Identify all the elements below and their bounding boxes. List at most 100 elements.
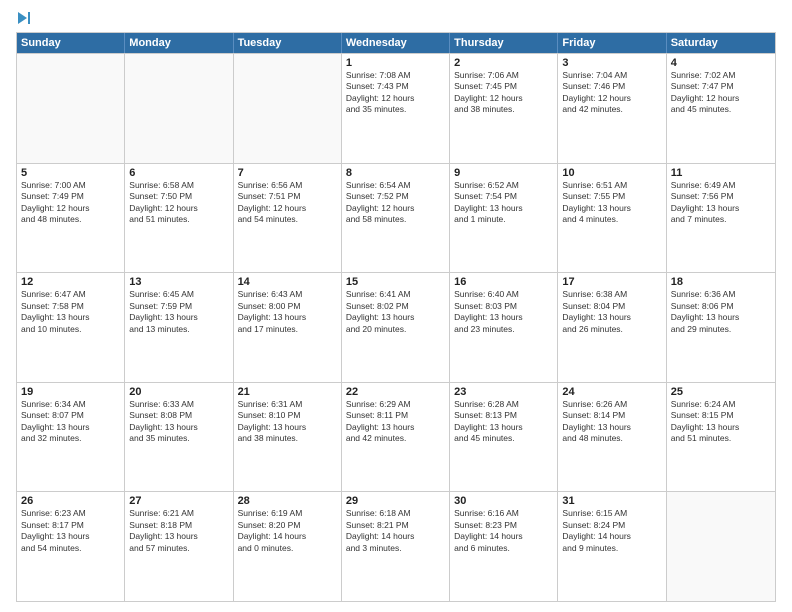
cell-line: Daylight: 13 hours [21,312,120,323]
calendar-cell: 24Sunrise: 6:26 AMSunset: 8:14 PMDayligh… [558,383,666,492]
cell-line: Sunrise: 6:40 AM [454,289,553,300]
cell-line: and 1 minute. [454,214,553,225]
cell-line: Sunrise: 6:15 AM [562,508,661,519]
cell-line: and 57 minutes. [129,543,228,554]
cell-line: Sunset: 7:55 PM [562,191,661,202]
day-number: 14 [238,276,337,288]
day-number: 7 [238,167,337,179]
logo-icon [18,12,30,24]
cell-line: Sunrise: 6:19 AM [238,508,337,519]
cell-line: and 38 minutes. [238,433,337,444]
cell-line: Daylight: 13 hours [454,312,553,323]
cell-line: Daylight: 13 hours [562,312,661,323]
calendar-row: 12Sunrise: 6:47 AMSunset: 7:58 PMDayligh… [17,272,775,382]
day-number: 21 [238,386,337,398]
calendar-cell: 16Sunrise: 6:40 AMSunset: 8:03 PMDayligh… [450,273,558,382]
cell-line: and 29 minutes. [671,324,771,335]
cell-line: Sunrise: 6:18 AM [346,508,445,519]
calendar-cell: 22Sunrise: 6:29 AMSunset: 8:11 PMDayligh… [342,383,450,492]
cell-line: Sunset: 8:04 PM [562,301,661,312]
cell-line: Sunset: 8:11 PM [346,410,445,421]
cell-line: Daylight: 13 hours [238,422,337,433]
cell-line: Sunrise: 6:51 AM [562,180,661,191]
cell-line: Sunrise: 7:04 AM [562,70,661,81]
cell-line: Sunrise: 6:41 AM [346,289,445,300]
day-number: 11 [671,167,771,179]
cell-line: Sunset: 8:18 PM [129,520,228,531]
calendar-cell [234,54,342,163]
cell-line: Sunrise: 6:23 AM [21,508,120,519]
day-number: 19 [21,386,120,398]
cell-line: and 23 minutes. [454,324,553,335]
cell-line: and 7 minutes. [671,214,771,225]
day-number: 31 [562,495,661,507]
cell-line: Daylight: 13 hours [346,422,445,433]
cell-line: and 48 minutes. [562,433,661,444]
calendar-row: 1Sunrise: 7:08 AMSunset: 7:43 PMDaylight… [17,53,775,163]
calendar-cell: 12Sunrise: 6:47 AMSunset: 7:58 PMDayligh… [17,273,125,382]
cell-line: Sunset: 8:08 PM [129,410,228,421]
cell-line: Sunrise: 6:28 AM [454,399,553,410]
calendar-cell: 2Sunrise: 7:06 AMSunset: 7:45 PMDaylight… [450,54,558,163]
calendar-cell: 31Sunrise: 6:15 AMSunset: 8:24 PMDayligh… [558,492,666,601]
cell-line: and 3 minutes. [346,543,445,554]
vline-icon [28,12,30,24]
cell-line: Daylight: 13 hours [129,531,228,542]
cell-line: Daylight: 12 hours [562,93,661,104]
cell-line: Sunrise: 6:21 AM [129,508,228,519]
cell-line: Daylight: 13 hours [21,422,120,433]
cell-line: Sunset: 8:24 PM [562,520,661,531]
cell-line: Sunset: 8:07 PM [21,410,120,421]
calendar-cell: 17Sunrise: 6:38 AMSunset: 8:04 PMDayligh… [558,273,666,382]
cell-line: Sunrise: 6:56 AM [238,180,337,191]
cell-line: Daylight: 13 hours [238,312,337,323]
cell-line: and 9 minutes. [562,543,661,554]
calendar: SundayMondayTuesdayWednesdayThursdayFrid… [16,32,776,602]
day-number: 10 [562,167,661,179]
calendar-row: 5Sunrise: 7:00 AMSunset: 7:49 PMDaylight… [17,163,775,273]
cell-line: Daylight: 14 hours [562,531,661,542]
cell-line: Daylight: 12 hours [346,93,445,104]
calendar-cell: 30Sunrise: 6:16 AMSunset: 8:23 PMDayligh… [450,492,558,601]
calendar-row: 19Sunrise: 6:34 AMSunset: 8:07 PMDayligh… [17,382,775,492]
day-number: 27 [129,495,228,507]
calendar-cell [17,54,125,163]
calendar-cell: 27Sunrise: 6:21 AMSunset: 8:18 PMDayligh… [125,492,233,601]
calendar-cell: 18Sunrise: 6:36 AMSunset: 8:06 PMDayligh… [667,273,775,382]
cell-line: Daylight: 12 hours [671,93,771,104]
calendar-cell [667,492,775,601]
cell-line: Sunset: 7:52 PM [346,191,445,202]
calendar-cell: 6Sunrise: 6:58 AMSunset: 7:50 PMDaylight… [125,164,233,273]
cell-line: Daylight: 13 hours [454,422,553,433]
calendar-cell: 3Sunrise: 7:04 AMSunset: 7:46 PMDaylight… [558,54,666,163]
cell-line: and 17 minutes. [238,324,337,335]
cell-line: Daylight: 13 hours [671,203,771,214]
cell-line: Daylight: 12 hours [454,93,553,104]
day-number: 18 [671,276,771,288]
cell-line: Sunrise: 6:45 AM [129,289,228,300]
arrow-icon [18,12,27,24]
day-number: 17 [562,276,661,288]
cell-line: Sunrise: 7:00 AM [21,180,120,191]
cell-line: Sunset: 8:02 PM [346,301,445,312]
day-number: 20 [129,386,228,398]
calendar-cell: 5Sunrise: 7:00 AMSunset: 7:49 PMDaylight… [17,164,125,273]
day-number: 24 [562,386,661,398]
weekday-header: Thursday [450,33,558,53]
cell-line: Sunset: 8:20 PM [238,520,337,531]
cell-line: Sunset: 8:10 PM [238,410,337,421]
cell-line: Daylight: 13 hours [671,312,771,323]
cell-line: Sunset: 7:58 PM [21,301,120,312]
cell-line: Sunrise: 6:36 AM [671,289,771,300]
cell-line: Sunrise: 6:33 AM [129,399,228,410]
calendar-cell: 25Sunrise: 6:24 AMSunset: 8:15 PMDayligh… [667,383,775,492]
cell-line: and 38 minutes. [454,104,553,115]
cell-line: and 35 minutes. [346,104,445,115]
cell-line: Daylight: 12 hours [238,203,337,214]
logo [16,12,30,26]
calendar-cell: 20Sunrise: 6:33 AMSunset: 8:08 PMDayligh… [125,383,233,492]
cell-line: and 58 minutes. [346,214,445,225]
cell-line: Sunrise: 6:24 AM [671,399,771,410]
cell-line: Sunset: 8:21 PM [346,520,445,531]
cell-line: and 51 minutes. [671,433,771,444]
